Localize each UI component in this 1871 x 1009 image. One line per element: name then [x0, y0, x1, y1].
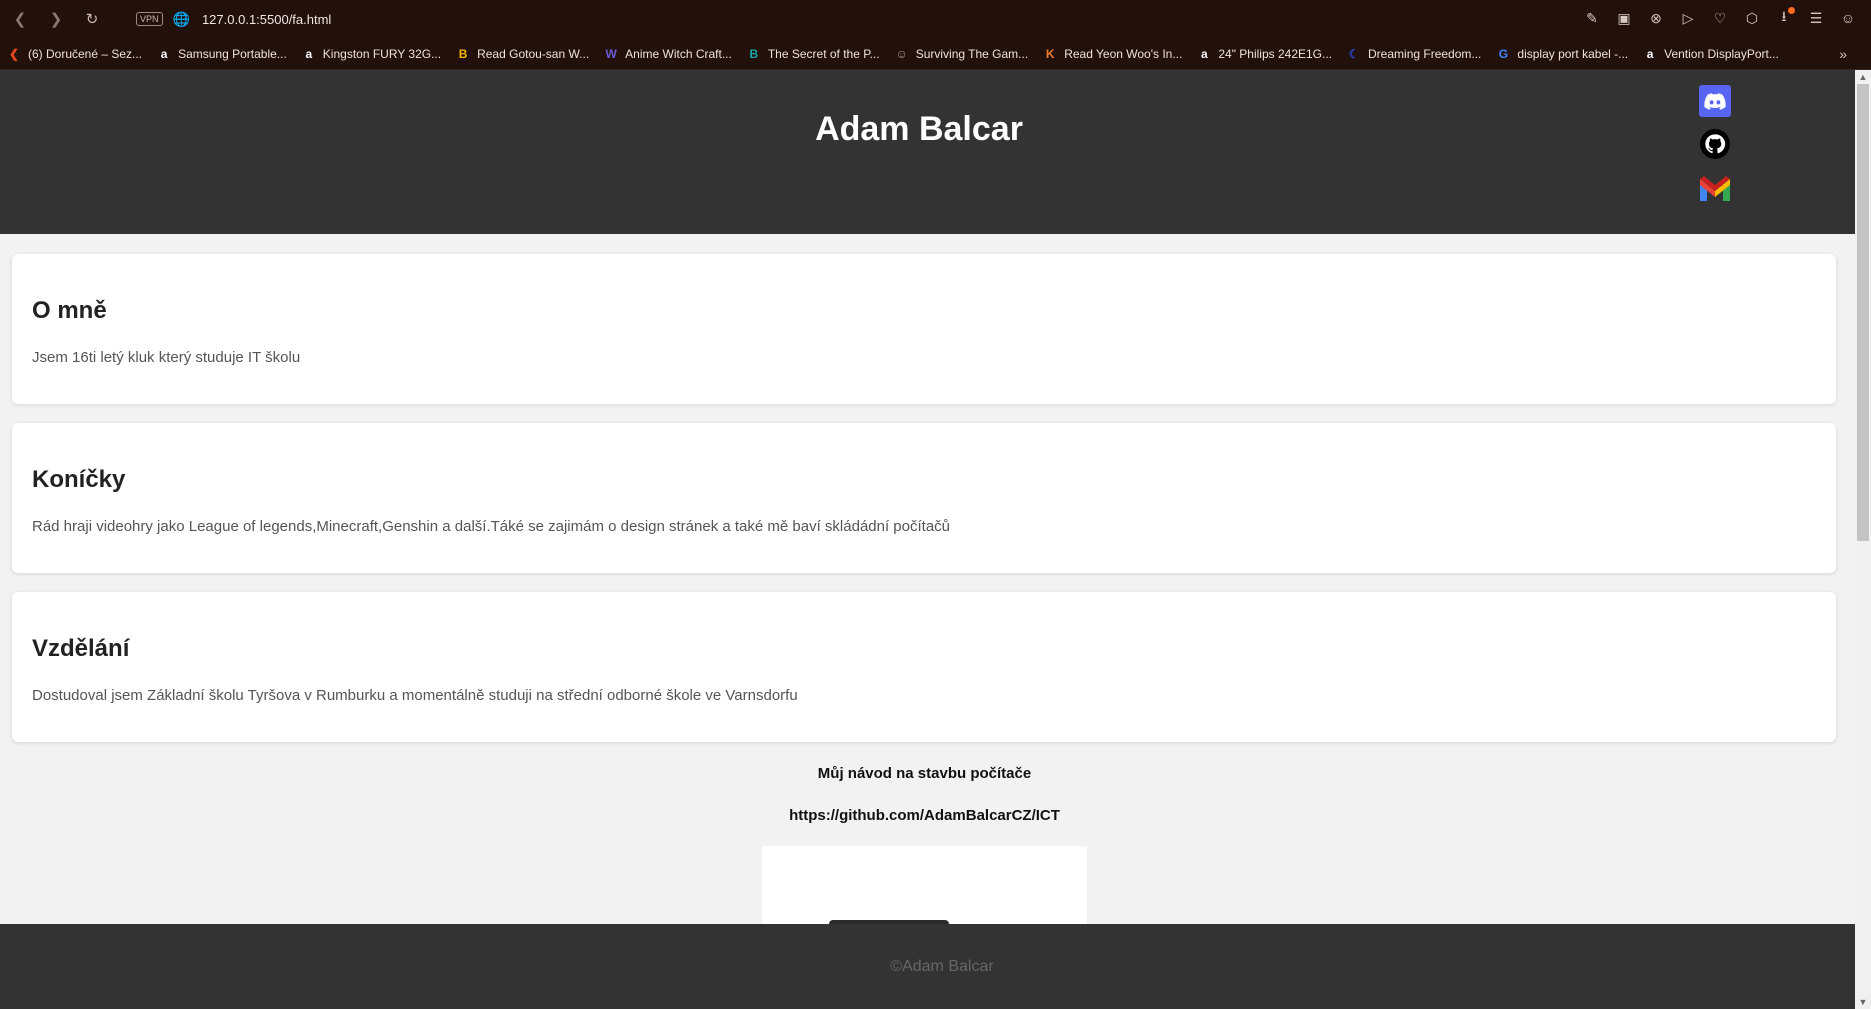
bookmark-item[interactable]: a Samsung Portable...	[156, 46, 287, 62]
bookmark-item[interactable]: B The Secret of the P...	[746, 46, 880, 62]
gmail-icon[interactable]	[1699, 173, 1731, 205]
player-icon[interactable]: ▷	[1679, 8, 1697, 28]
scroll-up-arrow-icon[interactable]: ▲	[1855, 70, 1871, 84]
forward-button[interactable]: ❯	[44, 7, 68, 31]
page-scrollbar[interactable]: ▲ ▼	[1855, 70, 1871, 1009]
bookmark-item[interactable]: a Vention DisplayPort...	[1642, 46, 1779, 62]
site-title: Adam Balcar	[815, 110, 1023, 148]
bookmark-item[interactable]: ☾ Dreaming Freedom...	[1346, 46, 1482, 62]
bookmark-item[interactable]: a Kingston FURY 32G...	[301, 46, 441, 62]
page-content: Adam Balcar O mně Jsem 16ti letý kluk kt…	[0, 70, 1855, 1009]
education-text: Dostudoval jsem Základní školu Tyršova v…	[32, 687, 798, 704]
bookmark-label: Kingston FURY 32G...	[322, 46, 442, 61]
seznam-icon: ❮	[8, 46, 20, 61]
b-icon: B	[458, 46, 468, 61]
w-icon: W	[605, 46, 617, 61]
reload-button[interactable]: ↻	[80, 7, 104, 31]
hobbies-text: Rád hraji videohry jako League of legend…	[32, 518, 951, 535]
google-icon: G	[1498, 46, 1509, 61]
discord-icon[interactable]	[1699, 85, 1731, 117]
bookmark-label: (6) Doručené – Sez...	[28, 46, 143, 61]
bookmark-item[interactable]: K Read Yeon Woo's In...	[1042, 46, 1183, 62]
about-text: Jsem 16ti letý kluk který studuje IT ško…	[32, 349, 301, 366]
education-card: Vzdělání Dostudoval jsem Základní školu …	[12, 592, 1836, 742]
address-bar[interactable]: 127.0.0.1:5500/fa.html	[202, 12, 331, 27]
bookmark-label: The Secret of the P...	[767, 46, 880, 61]
bookmark-label: Anime Witch Craft...	[625, 46, 732, 61]
bookmarks-bar: ❮ (6) Doručené – Sez... a Samsung Portable.…	[0, 38, 1871, 70]
education-heading: Vzdělání	[32, 635, 130, 662]
bookmark-label: Dreaming Freedom...	[1368, 46, 1482, 61]
edit-icon[interactable]: ✎	[1583, 8, 1601, 28]
bookmark-label: Read Gotou-san W...	[477, 46, 590, 61]
about-heading: O mně	[32, 297, 107, 324]
amazon-icon: a	[160, 46, 168, 61]
hobbies-heading: Koníčky	[32, 466, 126, 493]
bookmark-item[interactable]: ☺ Surviving The Gam...	[894, 46, 1029, 62]
vpn-badge[interactable]: VPN	[136, 12, 163, 26]
profile-icon[interactable]: ☺	[1839, 8, 1857, 28]
browser-toolbar: ❮ ❯ ↻ VPN 🌐 127.0.0.1:5500/fa.html ✎ ▣ ⊗…	[0, 0, 1871, 38]
about-card: O mně Jsem 16ti letý kluk který studuje …	[12, 254, 1836, 404]
b-square-icon: B	[749, 46, 759, 61]
amazon-icon: a	[1646, 46, 1654, 61]
site-header: Adam Balcar	[0, 70, 1855, 234]
notification-dot	[1788, 7, 1795, 14]
github-icon[interactable]	[1700, 129, 1730, 159]
adblock-icon[interactable]: ⊗	[1647, 8, 1665, 28]
camera-icon[interactable]: ▣	[1615, 8, 1633, 28]
bookmark-item[interactable]: a 24" Philips 242E1G...	[1196, 46, 1332, 62]
moon-icon: ☾	[1348, 46, 1360, 61]
bookmark-label: 24" Philips 242E1G...	[1218, 46, 1333, 61]
site-info-icon[interactable]: 🌐	[173, 11, 190, 28]
k-icon: K	[1045, 46, 1055, 61]
download-icon[interactable]: ⭳	[1775, 7, 1795, 28]
scroll-thumb[interactable]	[1857, 84, 1869, 541]
bookmark-label: Vention DisplayPort...	[1664, 46, 1779, 61]
bookmark-item[interactable]: W Anime Witch Craft...	[603, 46, 732, 62]
menu-icon[interactable]: ☰	[1807, 8, 1825, 28]
bookmark-label: Surviving The Gam...	[915, 46, 1029, 61]
back-button[interactable]: ❮	[8, 7, 32, 31]
scroll-down-arrow-icon[interactable]: ▼	[1855, 995, 1871, 1009]
face-icon: ☺	[895, 46, 908, 61]
hobbies-card: Koníčky Rád hraji videohry jako League o…	[12, 423, 1836, 573]
bookmarks-more-button[interactable]: »	[1839, 46, 1847, 62]
amazon-icon: a	[1201, 46, 1208, 61]
bookmark-label: Samsung Portable...	[178, 46, 287, 61]
amazon-icon: a	[305, 46, 313, 61]
bookmark-item[interactable]: Gdisplay port kabel -...	[1495, 46, 1628, 62]
guide-title: Můj návod na stavbu počítače	[817, 765, 1032, 782]
bookmark-label: display port kabel -...	[1517, 46, 1629, 61]
bookmark-label: Read Yeon Woo's In...	[1064, 46, 1183, 61]
bookmark-item[interactable]: B Read Gotou-san W...	[455, 46, 589, 62]
bookmark-item[interactable]: ❮ (6) Doručené – Sez...	[6, 46, 142, 62]
cube-icon[interactable]: ⬡	[1743, 8, 1761, 28]
guide-link[interactable]: https://github.com/AdamBalcarCZ/ICT	[0, 807, 1849, 824]
site-footer: ©Adam Balcar	[0, 924, 1855, 1009]
footer-copyright: ©Adam Balcar	[890, 958, 994, 975]
heart-icon[interactable]: ♡	[1711, 8, 1729, 28]
